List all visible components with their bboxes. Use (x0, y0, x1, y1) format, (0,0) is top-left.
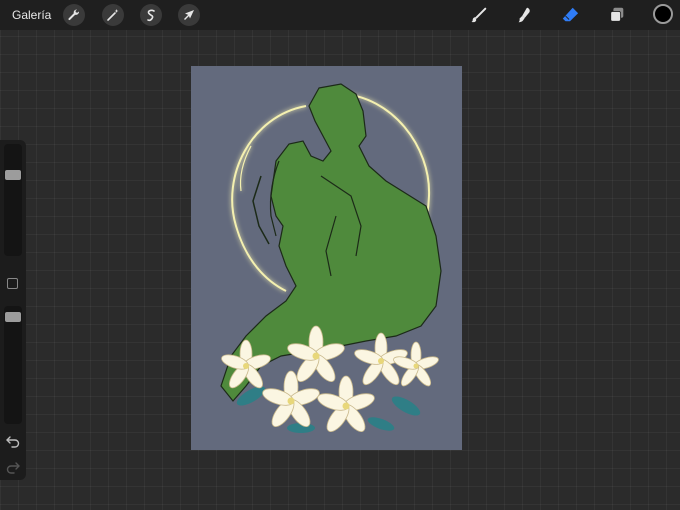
transform-arrow-icon[interactable] (178, 4, 200, 26)
wrench-icon[interactable] (63, 4, 85, 26)
redo-icon[interactable] (5, 460, 21, 474)
modify-square-icon[interactable] (7, 278, 18, 289)
gallery-button[interactable]: Galería (12, 8, 51, 22)
brush-size-thumb[interactable] (5, 170, 21, 180)
eraser-icon[interactable] (558, 3, 582, 27)
magic-wand-icon[interactable] (102, 4, 124, 26)
layers-icon[interactable] (605, 3, 629, 27)
smudge-icon[interactable] (512, 3, 536, 27)
selection-icon[interactable] (140, 4, 162, 26)
brush-icon[interactable] (467, 3, 491, 27)
brush-size-slider[interactable] (4, 144, 22, 256)
top-toolbar: Galería (0, 0, 680, 30)
opacity-slider[interactable] (4, 306, 22, 424)
color-picker-swatch[interactable] (653, 4, 673, 24)
artwork (220, 83, 442, 433)
opacity-thumb[interactable] (5, 312, 21, 322)
undo-icon[interactable] (5, 434, 21, 448)
drawing-canvas[interactable] (191, 66, 462, 450)
left-sidebar (0, 140, 26, 480)
